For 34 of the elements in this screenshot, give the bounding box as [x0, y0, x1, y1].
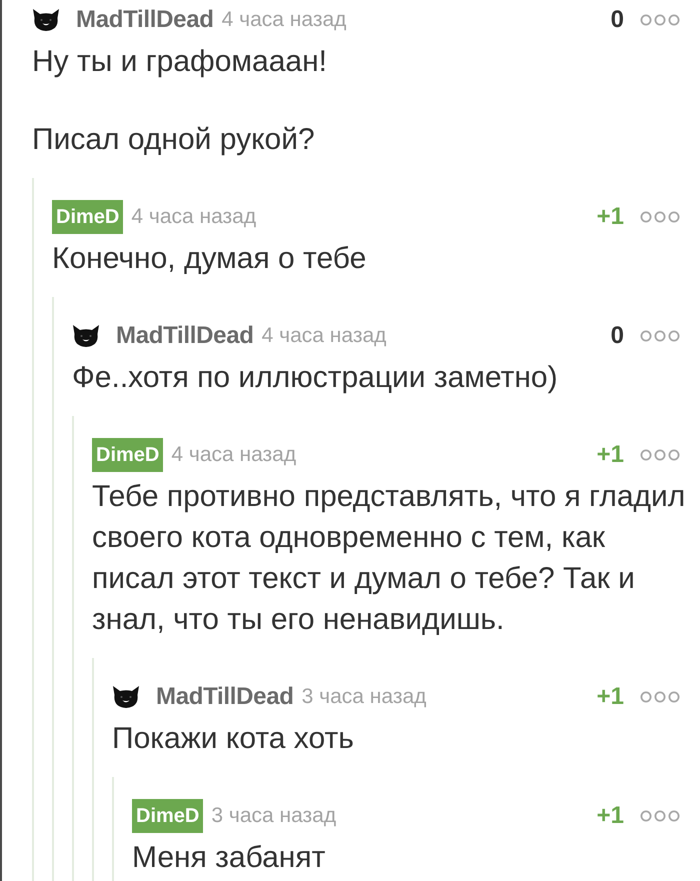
- comment-time: 3 часа назад: [211, 804, 336, 828]
- cat-face-icon: [112, 686, 140, 708]
- rating-score: 0: [610, 322, 624, 350]
- username[interactable]: MadTillDead: [76, 6, 214, 34]
- comment-text: Тебе противно представлять, что я гладил своего кота одновременно с тем, как писал этот текст и думал о тебе? Так и знал, что ты его ненавидишь.: [92, 479, 686, 638]
- comment-time: 4 часа назад: [262, 324, 386, 348]
- rating-score: +1: [596, 683, 624, 711]
- comment-time: 4 часа назад: [222, 8, 346, 32]
- more-icon[interactable]: [640, 691, 680, 703]
- comment-text: Ну ты и графомааан!: [32, 44, 328, 80]
- more-icon[interactable]: [640, 211, 680, 223]
- username[interactable]: MadTillDead: [156, 683, 294, 711]
- cat-face-icon: [32, 9, 60, 31]
- comment-text: Писал одной рукой?: [32, 122, 316, 158]
- comment-text: Фе..хотя по иллюстрации заметно): [72, 360, 559, 396]
- username[interactable]: MadTillDead: [116, 322, 254, 350]
- rating-score: +1: [596, 441, 624, 469]
- comment-text: Покажи кота хоть: [112, 721, 355, 757]
- rating-score: 0: [610, 6, 624, 34]
- comment-text: Конечно, думая о тебе: [52, 241, 368, 277]
- author-badge[interactable]: DimeD: [132, 799, 204, 833]
- author-badge[interactable]: DimeD: [52, 200, 124, 234]
- author-badge[interactable]: DimeD: [92, 438, 164, 472]
- comment-text: Меня забанят: [132, 840, 326, 876]
- more-icon[interactable]: [640, 14, 680, 26]
- comment-time: 4 часа назад: [131, 205, 256, 229]
- rating-score: +1: [596, 802, 624, 830]
- more-icon[interactable]: [640, 449, 680, 461]
- more-icon[interactable]: [640, 810, 680, 822]
- comment-time: 3 часа назад: [302, 685, 426, 709]
- comment-time: 4 часа назад: [171, 443, 296, 467]
- cat-face-icon: [72, 325, 100, 347]
- rating-score: +1: [596, 203, 624, 231]
- more-icon[interactable]: [640, 330, 680, 342]
